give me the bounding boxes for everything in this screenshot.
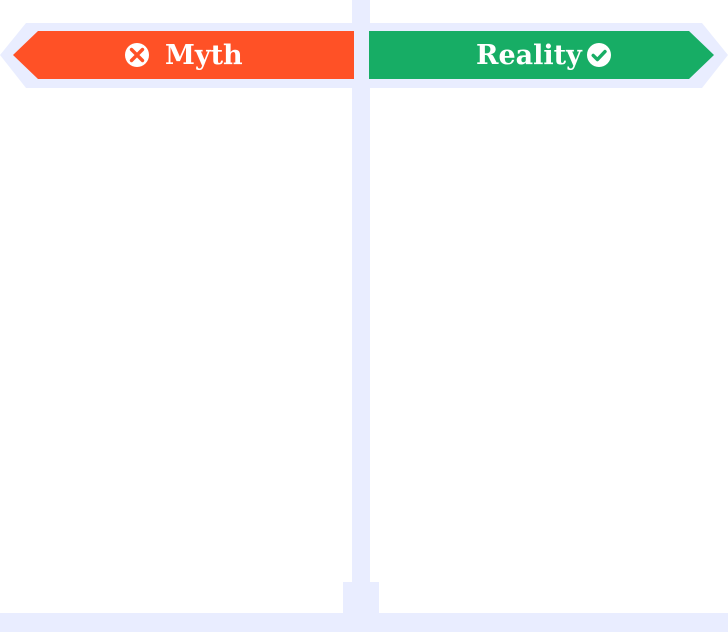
check-circle-icon [587, 43, 611, 67]
myth-sign: Myth [13, 31, 354, 79]
reality-sign: Reality [369, 31, 714, 79]
reality-label: Reality [476, 40, 583, 71]
ground-bar [0, 613, 728, 632]
x-circle-icon [125, 43, 149, 67]
signpost-graphic: Myth Reality [0, 0, 728, 632]
post-base [343, 582, 379, 614]
myth-label: Myth [165, 40, 243, 71]
myth-reality-signpost: Myth Reality [0, 0, 728, 632]
